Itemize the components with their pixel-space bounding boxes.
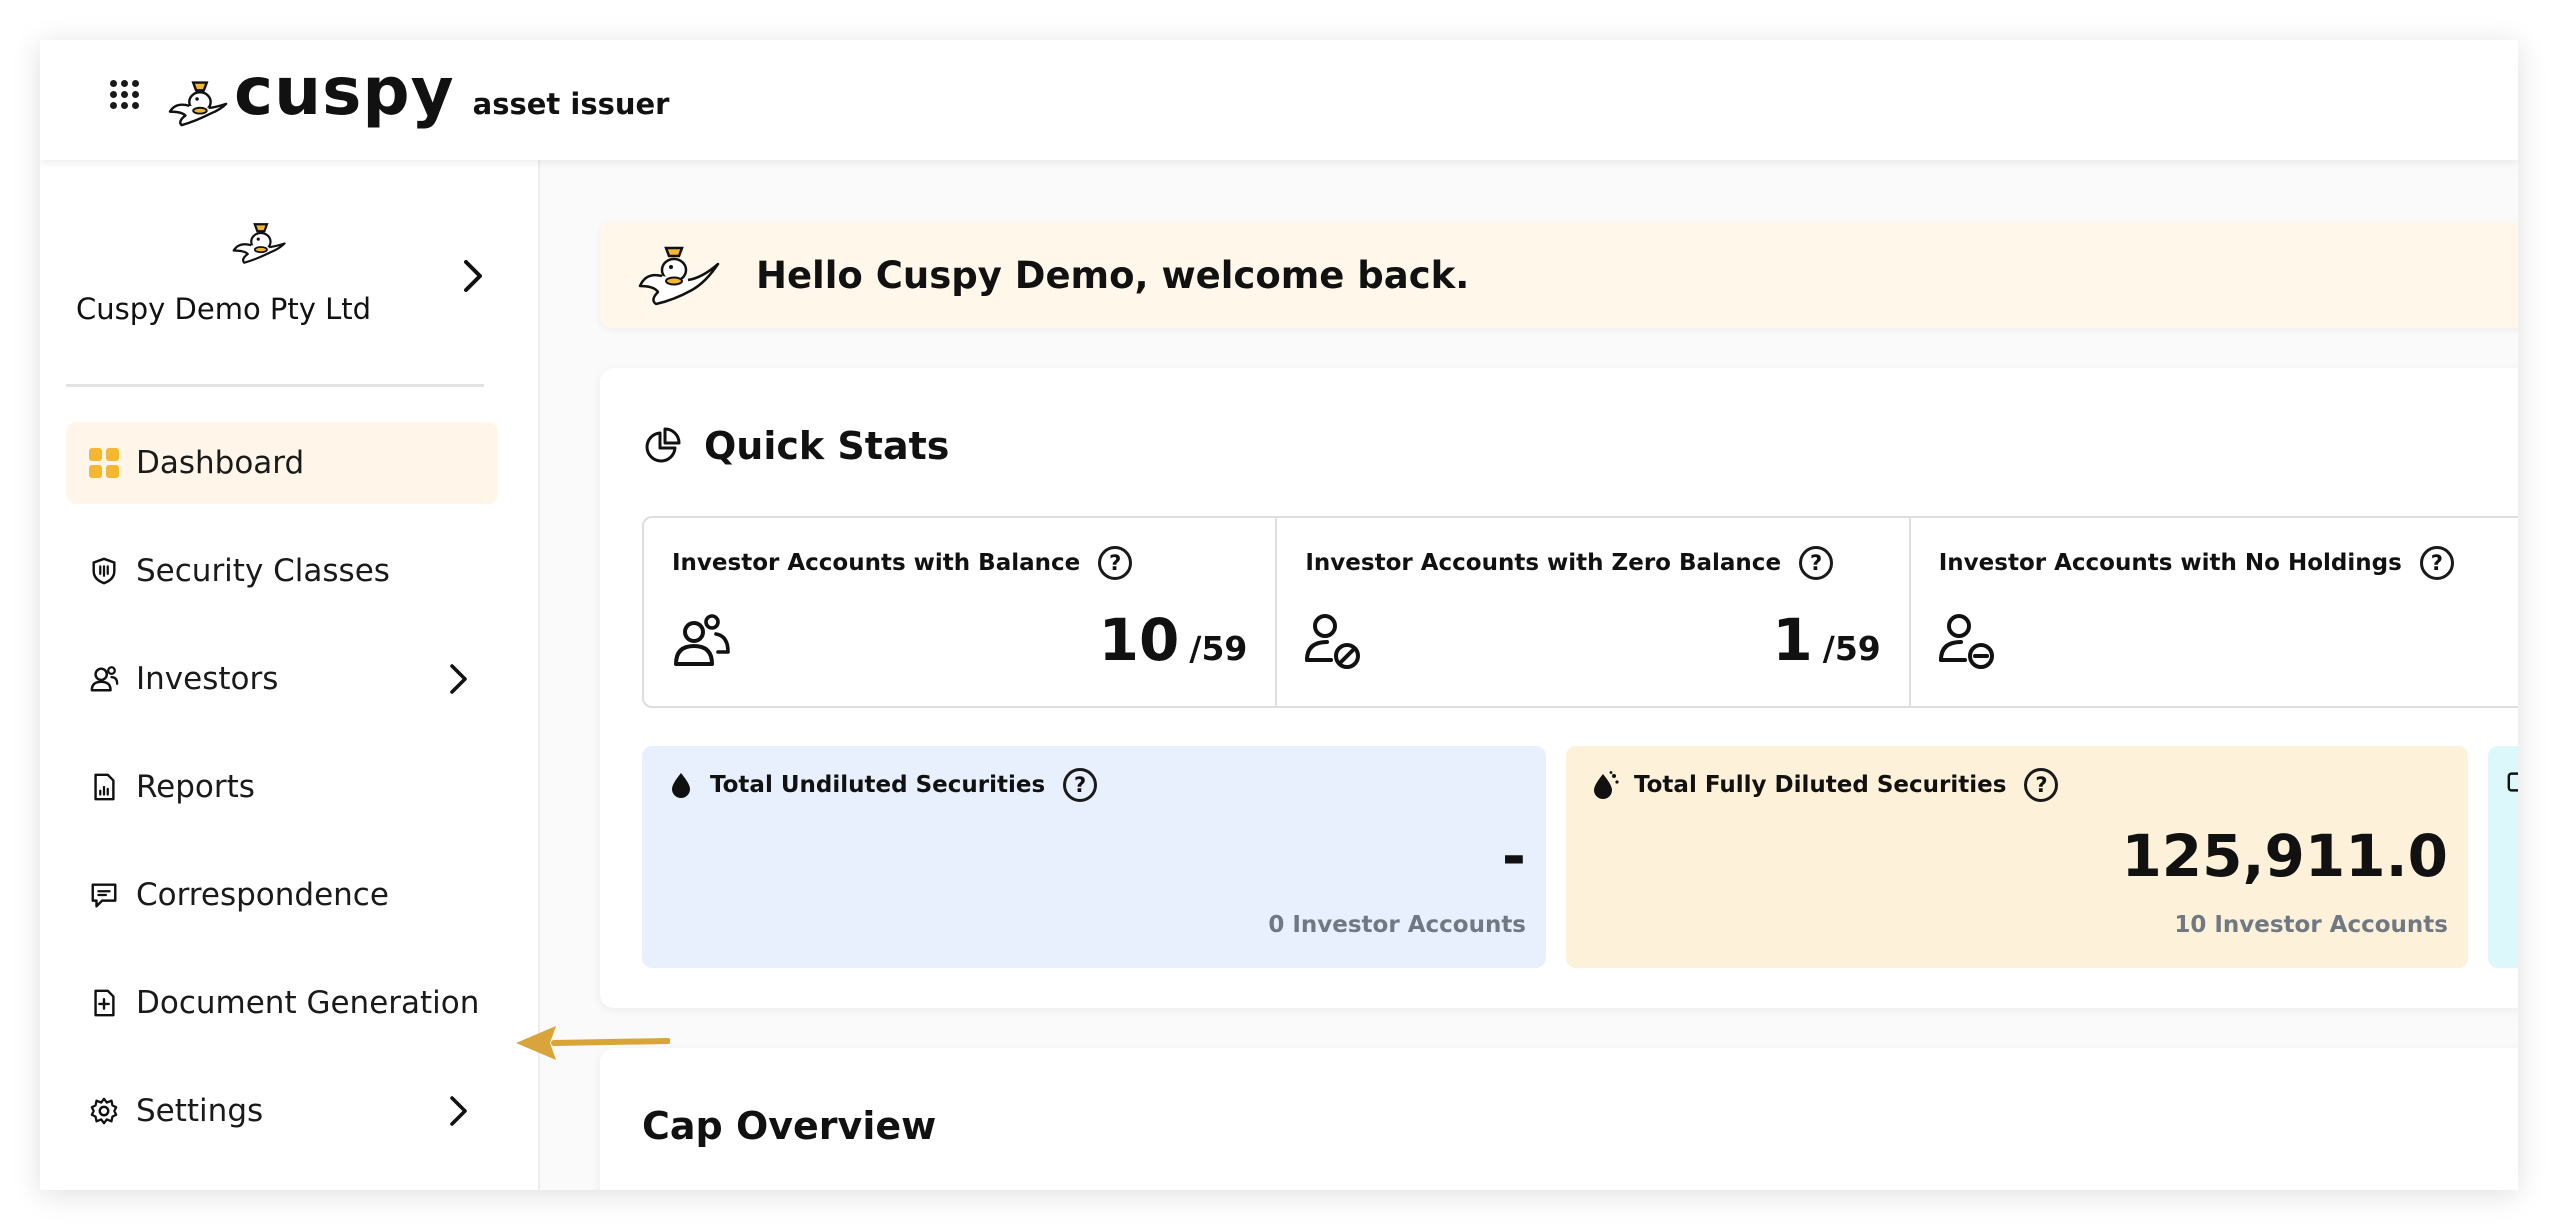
diluted-drop-icon xyxy=(1594,771,1619,799)
gear-icon xyxy=(88,1095,120,1127)
top-bar: cuspy asset issuer xyxy=(40,40,2518,160)
sidebar-item-label: Security Classes xyxy=(136,553,390,589)
app-window: cuspy asset issuer Cuspy Demo Pty Ltd Da… xyxy=(40,40,2518,1190)
drop-icon xyxy=(672,773,690,798)
accounts-no-holdings-label: Investor Accounts with No Holdings ? xyxy=(1939,546,2454,580)
stat-label: Total Undiluted Securities xyxy=(710,772,1046,798)
accounts-zero-balance-card: Investor Accounts with Zero Balance ? 1/… xyxy=(1277,518,1911,706)
sidebar-item-settings[interactable]: Settings xyxy=(66,1070,498,1152)
brand-logo[interactable]: cuspy asset issuer xyxy=(168,53,670,140)
chevron-right-icon xyxy=(450,664,467,694)
quick-stats-title: Quick Stats xyxy=(704,424,950,468)
stat-value: - xyxy=(1501,822,1526,890)
sidebar-item-label: Correspondence xyxy=(136,877,389,913)
help-icon[interactable]: ? xyxy=(2024,768,2059,802)
wallet-icon xyxy=(2507,772,2518,792)
annotation-arrow xyxy=(516,1026,670,1060)
pie-chart-icon xyxy=(645,427,681,463)
cap-overview-card: Cap Overview xyxy=(600,1048,2518,1190)
cap-overview-title: Cap Overview xyxy=(642,1104,937,1148)
third-securities-card xyxy=(2488,746,2518,968)
user-group-icon xyxy=(88,663,120,695)
message-icon xyxy=(88,879,120,911)
fully-diluted-securities-card: Total Fully Diluted Securities ? 125,911… xyxy=(1566,746,2468,968)
accounts-with-balance-label: Investor Accounts with Balance ? xyxy=(672,546,1133,580)
stat-label: Investor Accounts with No Holdings xyxy=(1938,550,2402,576)
stat-label: Investor Accounts with Zero Balance xyxy=(1305,550,1782,576)
welcome-message: Hello Cuspy Demo, welcome back. xyxy=(756,254,1470,297)
quick-stats-card: Quick Stats Investor Accounts with Balan… xyxy=(600,368,2518,1008)
sidebar-nav: Dashboard Security Classes Investors Rep… xyxy=(66,422,498,1178)
shield-icon xyxy=(88,555,120,587)
stat-total: /59 xyxy=(1189,629,1248,668)
accounts-no-holdings-card: Investor Accounts with No Holdings ? xyxy=(1911,518,2518,706)
sidebar-item-label: Document Generation xyxy=(136,985,480,1021)
fully-diluted-securities-label: Total Fully Diluted Securities ? xyxy=(1590,768,2059,802)
sidebar-item-label: Reports xyxy=(136,769,255,805)
accounts-zero-balance-label: Investor Accounts with Zero Balance ? xyxy=(1305,546,1834,580)
undiluted-securities-label: Total Undiluted Securities ? xyxy=(666,768,1098,802)
cuspy-bird-icon xyxy=(638,246,720,306)
report-file-icon xyxy=(88,771,120,803)
brand-subtitle: asset issuer xyxy=(472,87,670,121)
welcome-banner: Hello Cuspy Demo, welcome back. xyxy=(600,222,2518,328)
org-logo-icon xyxy=(232,223,286,264)
sidebar-item-security-classes[interactable]: Security Classes xyxy=(66,530,498,612)
stat-total: /59 xyxy=(1822,629,1881,668)
chevron-right-icon[interactable] xyxy=(458,256,488,296)
investor-accounts-row: Investor Accounts with Balance ? 10/59 I… xyxy=(642,516,2518,708)
stat-count: 10 xyxy=(1098,606,1180,674)
sidebar-item-label: Dashboard xyxy=(136,445,305,481)
sidebar-item-reports[interactable]: Reports xyxy=(66,746,498,828)
brand-name: cuspy xyxy=(234,53,455,130)
help-icon[interactable]: ? xyxy=(1098,546,1133,580)
help-icon[interactable]: ? xyxy=(1063,768,1098,802)
stat-subtext: 0 Investor Accounts xyxy=(1268,912,1526,938)
dashboard-grid-icon xyxy=(88,447,120,479)
accounts-with-balance-card: Investor Accounts with Balance ? 10/59 xyxy=(644,518,1278,706)
securities-row: Total Undiluted Securities ? - 0 Investo… xyxy=(642,746,2518,968)
org-switcher[interactable]: Cuspy Demo Pty Ltd xyxy=(40,160,538,384)
help-icon[interactable]: ? xyxy=(1799,546,1834,580)
sidebar-item-investors[interactable]: Investors xyxy=(66,638,498,720)
chevron-right-icon xyxy=(450,1096,467,1126)
stat-subtext: 10 Investor Accounts xyxy=(2174,912,2448,938)
undiluted-securities-card: Total Undiluted Securities ? - 0 Investo… xyxy=(642,746,1546,968)
user-blocked-icon xyxy=(1305,614,1361,669)
sidebar-item-correspondence[interactable]: Correspondence xyxy=(66,854,498,936)
grid-dots-icon[interactable] xyxy=(108,78,140,110)
sidebar-item-document-generation[interactable]: Document Generation xyxy=(66,962,498,1044)
help-icon[interactable]: ? xyxy=(2419,546,2454,580)
stat-value: 10/59 xyxy=(1099,606,1248,674)
org-name: Cuspy Demo Pty Ltd xyxy=(76,292,372,326)
sidebar: Cuspy Demo Pty Ltd Dashboard Security Cl… xyxy=(40,160,540,1190)
users-icon xyxy=(674,614,730,666)
sidebar-divider xyxy=(66,384,484,387)
stat-label: Investor Accounts with Balance xyxy=(672,550,1081,576)
sidebar-item-label: Investors xyxy=(136,661,279,697)
sidebar-item-label: Settings xyxy=(136,1093,264,1129)
stat-label: Total Fully Diluted Securities xyxy=(1634,772,2007,798)
stat-count: 1 xyxy=(1772,606,1813,674)
cuspy-bird-logo-icon xyxy=(168,81,228,127)
stat-value: 1/59 xyxy=(1772,606,1880,674)
main-content: Hello Cuspy Demo, welcome back. Quick St… xyxy=(600,160,2518,1190)
user-minus-icon xyxy=(1938,614,1994,669)
stat-value: 125,911.0 xyxy=(2121,822,2448,890)
file-plus-icon xyxy=(88,987,120,1019)
quick-stats-header: Quick Stats xyxy=(642,424,949,468)
sidebar-item-dashboard[interactable]: Dashboard xyxy=(66,422,498,504)
